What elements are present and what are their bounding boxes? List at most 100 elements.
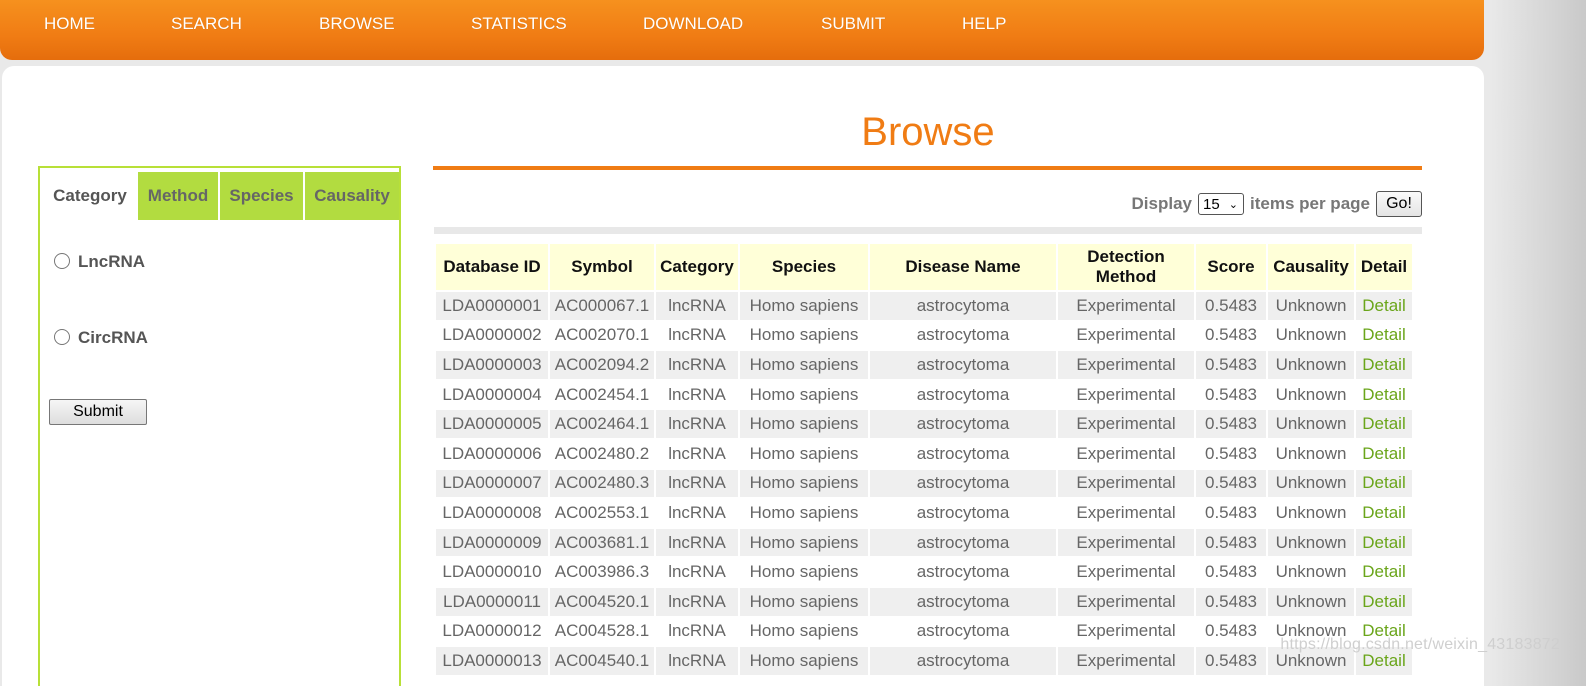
cell-detail-link[interactable]: Detail [1356, 351, 1412, 379]
items-per-page-value: 15 [1203, 196, 1220, 213]
radio-lncrna[interactable] [54, 252, 70, 269]
nav-statistics[interactable]: STATISTICS [471, 14, 567, 34]
cell-species: Homo sapiens [740, 558, 868, 586]
watermark: https://blog.csdn.net/weixin_43183872 [1280, 636, 1560, 653]
table-row: LDA0000010 AC003986.3 lncRNA Homo sapiens as… [436, 558, 1412, 586]
cell-detection-method: Experimental [1058, 439, 1194, 468]
cell-detection-method: Experimental [1058, 321, 1194, 350]
cell-symbol: AC002480.3 [550, 469, 654, 498]
cell-disease-name: astrocytoma [870, 528, 1056, 557]
cell-symbol: AC002553.1 [550, 499, 654, 527]
cell-causality: Unknown [1268, 321, 1354, 350]
col-database-id: Database ID [436, 244, 548, 290]
cell-disease-name: astrocytoma [870, 469, 1056, 498]
results-table: Database ID Symbol Category Species Dise… [434, 242, 1414, 677]
option-lncrna[interactable]: LncRNA [54, 252, 145, 272]
cell-database-id: LDA0000010 [436, 558, 548, 586]
cell-symbol: AC002094.2 [550, 351, 654, 379]
radio-circrna[interactable] [54, 328, 70, 345]
cell-detection-method: Experimental [1058, 528, 1194, 557]
table-header-row: Database ID Symbol Category Species Dise… [436, 244, 1412, 290]
cell-causality: Unknown [1268, 351, 1354, 379]
table-row: LDA0000005 AC002464.1 lncRNA Homo sapiens as… [436, 410, 1412, 438]
cell-species: Homo sapiens [740, 439, 868, 468]
nav-help[interactable]: HELP [962, 14, 1006, 34]
filter-sidebar: Category Method Species Causality LncRNA… [38, 166, 401, 686]
table-row: LDA0000006 AC002480.2 lncRNA Homo sapiens as… [436, 439, 1412, 468]
cell-disease-name: astrocytoma [870, 499, 1056, 527]
tab-causality[interactable]: Causality [305, 172, 399, 220]
cell-detail-link[interactable]: Detail [1356, 587, 1412, 616]
table-top-divider [434, 227, 1422, 234]
cell-detail-link[interactable]: Detail [1356, 439, 1412, 468]
cell-species: Homo sapiens [740, 617, 868, 646]
tab-category[interactable]: Category [44, 172, 136, 220]
pagination-control: Display 15 ⌄ items per page Go! [1132, 191, 1422, 217]
cell-causality: Unknown [1268, 439, 1354, 468]
cell-detection-method: Experimental [1058, 469, 1194, 498]
cell-detection-method: Experimental [1058, 380, 1194, 409]
cell-causality: Unknown [1268, 380, 1354, 409]
cell-detail-link[interactable]: Detail [1356, 528, 1412, 557]
cell-detail-link[interactable]: Detail [1356, 321, 1412, 350]
cell-disease-name: astrocytoma [870, 380, 1056, 409]
cell-symbol: AC003681.1 [550, 528, 654, 557]
nav-browse[interactable]: BROWSE [319, 14, 395, 34]
table-row: LDA0000002 AC002070.1 lncRNA Homo sapiens as… [436, 321, 1412, 350]
cell-detection-method: Experimental [1058, 617, 1194, 646]
cell-causality: Unknown [1268, 528, 1354, 557]
cell-disease-name: astrocytoma [870, 410, 1056, 438]
col-disease-name: Disease Name [870, 244, 1056, 290]
cell-category: lncRNA [656, 321, 738, 350]
cell-database-id: LDA0000011 [436, 587, 548, 616]
option-circrna[interactable]: CircRNA [54, 328, 148, 348]
cell-detail-link[interactable]: Detail [1356, 292, 1412, 320]
items-per-page-select[interactable]: 15 ⌄ [1198, 193, 1244, 215]
cell-disease-name: astrocytoma [870, 587, 1056, 616]
go-button[interactable]: Go! [1376, 191, 1422, 217]
col-score: Score [1196, 244, 1266, 290]
table-row: LDA0000001 AC000067.1 lncRNA Homo sapiens as… [436, 292, 1412, 320]
cell-score: 0.5483 [1196, 617, 1266, 646]
cell-detection-method: Experimental [1058, 292, 1194, 320]
cell-causality: Unknown [1268, 499, 1354, 527]
cell-detection-method: Experimental [1058, 558, 1194, 586]
cell-disease-name: astrocytoma [870, 617, 1056, 646]
cell-symbol: AC004520.1 [550, 587, 654, 616]
cell-detail-link[interactable]: Detail [1356, 380, 1412, 409]
cell-symbol: AC004528.1 [550, 617, 654, 646]
nav-download[interactable]: DOWNLOAD [643, 14, 743, 34]
cell-score: 0.5483 [1196, 528, 1266, 557]
nav-search[interactable]: SEARCH [171, 14, 242, 34]
cell-category: lncRNA [656, 469, 738, 498]
tab-species[interactable]: Species [220, 172, 303, 220]
nav-submit[interactable]: SUBMIT [821, 14, 885, 34]
col-detection-method: Detection Method [1058, 244, 1194, 290]
cell-causality: Unknown [1268, 292, 1354, 320]
col-category: Category [656, 244, 738, 290]
page-title: Browse [861, 110, 995, 154]
cell-detail-link[interactable]: Detail [1356, 558, 1412, 586]
cell-detail-link[interactable]: Detail [1356, 499, 1412, 527]
top-nav-bar: HOME SEARCH BROWSE STATISTICS DOWNLOAD S… [0, 0, 1484, 60]
submit-button[interactable]: Submit [49, 399, 147, 425]
cell-causality: Unknown [1268, 469, 1354, 498]
cell-category: lncRNA [656, 351, 738, 379]
cell-score: 0.5483 [1196, 380, 1266, 409]
cell-category: lncRNA [656, 558, 738, 586]
table-body: LDA0000001 AC000067.1 lncRNA Homo sapiens as… [436, 292, 1412, 675]
cell-detail-link[interactable]: Detail [1356, 469, 1412, 498]
cell-category: lncRNA [656, 587, 738, 616]
tab-method[interactable]: Method [138, 172, 218, 220]
cell-score: 0.5483 [1196, 587, 1266, 616]
table-row: LDA0000007 AC002480.3 lncRNA Homo sapiens as… [436, 469, 1412, 498]
cell-score: 0.5483 [1196, 321, 1266, 350]
cell-score: 0.5483 [1196, 351, 1266, 379]
cell-detail-link[interactable]: Detail [1356, 410, 1412, 438]
col-detail: Detail [1356, 244, 1412, 290]
nav-home[interactable]: HOME [44, 14, 95, 34]
cell-category: lncRNA [656, 439, 738, 468]
table-row: LDA0000004 AC002454.1 lncRNA Homo sapiens as… [436, 380, 1412, 409]
cell-disease-name: astrocytoma [870, 558, 1056, 586]
cell-score: 0.5483 [1196, 558, 1266, 586]
